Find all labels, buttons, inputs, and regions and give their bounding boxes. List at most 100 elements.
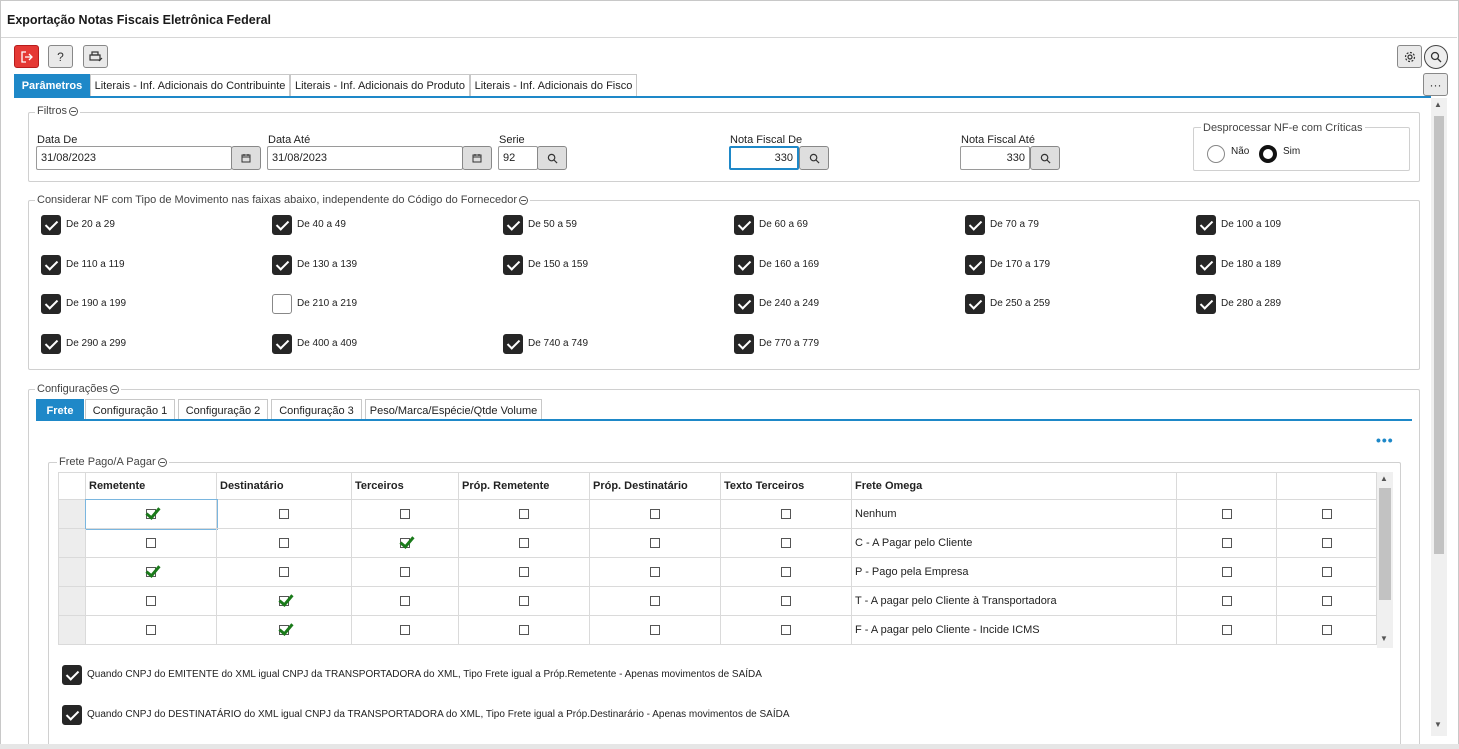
grid-checkbox-cell[interactable] xyxy=(459,616,590,645)
search-button[interactable] xyxy=(1424,45,1448,69)
grid-checkbox-cell[interactable] xyxy=(1177,587,1277,616)
collapse-icon[interactable] xyxy=(157,457,167,467)
grid-checkbox[interactable] xyxy=(650,509,660,519)
grid-checkbox-cell[interactable] xyxy=(721,500,852,529)
tab-configuracao-1[interactable]: Configuração 1 xyxy=(85,399,175,421)
column-header[interactable]: Remetente xyxy=(86,472,217,500)
grid-checkbox[interactable] xyxy=(400,538,410,548)
nf-de-search-button[interactable] xyxy=(799,146,829,170)
grid-checkbox-cell[interactable] xyxy=(1277,529,1377,558)
grid-checkbox[interactable] xyxy=(146,538,156,548)
grid-checkbox[interactable] xyxy=(1221,567,1232,577)
grid-checkbox-cell[interactable] xyxy=(352,529,459,558)
grid-checkbox-cell[interactable] xyxy=(1177,529,1277,558)
grid-checkbox[interactable] xyxy=(400,509,410,519)
grid-checkbox[interactable] xyxy=(146,596,156,606)
serie-search-button[interactable] xyxy=(537,146,567,170)
grid-checkbox-cell[interactable] xyxy=(217,616,352,645)
serie-input[interactable]: 92 xyxy=(498,146,538,170)
movimento-checkbox[interactable] xyxy=(503,255,523,275)
grid-checkbox-cell[interactable] xyxy=(721,529,852,558)
movimento-checkbox[interactable] xyxy=(734,334,754,354)
grid-checkbox[interactable] xyxy=(781,509,791,519)
movimento-checkbox[interactable] xyxy=(272,215,292,235)
grid-checkbox-cell[interactable] xyxy=(352,587,459,616)
nf-de-input[interactable]: 330 xyxy=(729,146,799,170)
tab-parametros[interactable]: Parâmetros xyxy=(14,74,90,96)
grid-checkbox[interactable] xyxy=(519,538,529,548)
settings-button[interactable] xyxy=(1397,45,1422,68)
tab-peso-marca[interactable]: Peso/Marca/Espécie/Qtde Volume xyxy=(365,399,542,421)
column-header[interactable]: Próp. Destinatário xyxy=(590,472,721,500)
grid-checkbox-cell[interactable] xyxy=(217,558,352,587)
grid-checkbox[interactable] xyxy=(1221,596,1232,606)
tab-literais-fisco[interactable]: Literais - Inf. Adicionais do Fisco xyxy=(470,74,637,96)
grid-scrollbar[interactable]: ▲ ▼ xyxy=(1377,472,1393,648)
column-header[interactable] xyxy=(1277,472,1377,500)
row-selector[interactable] xyxy=(58,616,86,645)
option-destinatario-checkbox[interactable] xyxy=(62,705,82,725)
grid-checkbox-cell[interactable] xyxy=(86,587,217,616)
exit-button[interactable] xyxy=(14,45,39,68)
option-emitente-checkbox[interactable] xyxy=(62,665,82,685)
grid-checkbox-cell[interactable] xyxy=(1177,500,1277,529)
movimento-checkbox[interactable] xyxy=(272,255,292,275)
nf-ate-search-button[interactable] xyxy=(1030,146,1060,170)
tab-configuracao-3[interactable]: Configuração 3 xyxy=(271,399,362,421)
grid-checkbox-cell[interactable] xyxy=(1177,558,1277,587)
column-header[interactable] xyxy=(1177,472,1277,500)
grid-checkbox-cell[interactable] xyxy=(86,558,217,587)
grid-checkbox[interactable] xyxy=(146,625,156,635)
movimento-checkbox[interactable] xyxy=(1196,215,1216,235)
tab-literais-contribuinte[interactable]: Literais - Inf. Adicionais do Contribuin… xyxy=(90,74,290,96)
collapse-icon[interactable] xyxy=(519,195,528,205)
movimento-checkbox[interactable] xyxy=(41,294,61,314)
movimento-checkbox[interactable] xyxy=(1196,255,1216,275)
grid-checkbox[interactable] xyxy=(650,538,660,548)
grid-checkbox[interactable] xyxy=(1321,567,1332,577)
data-de-input[interactable]: 31/08/2023 xyxy=(36,146,232,170)
movimento-checkbox[interactable] xyxy=(41,334,61,354)
scroll-up-icon[interactable]: ▲ xyxy=(1380,474,1388,483)
grid-checkbox-cell[interactable] xyxy=(85,499,218,530)
grid-checkbox[interactable] xyxy=(1221,538,1232,548)
grid-checkbox[interactable] xyxy=(1321,625,1332,635)
grid-checkbox-cell[interactable] xyxy=(1277,587,1377,616)
print-button[interactable] xyxy=(83,45,108,68)
column-header[interactable]: Terceiros xyxy=(352,472,459,500)
grid-checkbox[interactable] xyxy=(400,567,410,577)
grid-checkbox-cell[interactable] xyxy=(459,558,590,587)
grid-checkbox[interactable] xyxy=(781,567,791,577)
grid-checkbox-cell[interactable] xyxy=(590,587,721,616)
grid-checkbox-cell[interactable] xyxy=(590,500,721,529)
grid-checkbox[interactable] xyxy=(146,509,156,519)
row-selector[interactable] xyxy=(58,558,86,587)
movimento-checkbox[interactable] xyxy=(734,215,754,235)
grid-checkbox[interactable] xyxy=(1321,538,1332,548)
more-dots-button[interactable]: ••• xyxy=(1376,432,1394,448)
grid-checkbox[interactable] xyxy=(1321,509,1332,519)
column-header[interactable]: Próp. Remetente xyxy=(459,472,590,500)
grid-checkbox-cell[interactable] xyxy=(217,500,352,529)
data-ate-input[interactable]: 31/08/2023 xyxy=(267,146,463,170)
collapse-icon[interactable] xyxy=(68,106,78,116)
row-selector[interactable] xyxy=(58,500,86,529)
scroll-down-icon[interactable]: ▼ xyxy=(1380,634,1388,643)
grid-checkbox-cell[interactable] xyxy=(1277,558,1377,587)
grid-checkbox[interactable] xyxy=(519,625,529,635)
grid-checkbox-cell[interactable] xyxy=(721,558,852,587)
movimento-checkbox[interactable] xyxy=(965,255,985,275)
grid-checkbox-cell[interactable] xyxy=(1277,500,1377,529)
grid-checkbox-cell[interactable] xyxy=(352,616,459,645)
row-selector[interactable] xyxy=(58,529,86,558)
grid-checkbox[interactable] xyxy=(781,538,791,548)
main-scrollbar[interactable]: ▲ ▼ xyxy=(1431,98,1447,736)
grid-checkbox[interactable] xyxy=(400,596,410,606)
data-ate-calendar-button[interactable] xyxy=(462,146,492,170)
grid-checkbox-cell[interactable] xyxy=(352,500,459,529)
tab-configuracao-2[interactable]: Configuração 2 xyxy=(178,399,268,421)
grid-checkbox-cell[interactable] xyxy=(1277,616,1377,645)
movimento-checkbox[interactable] xyxy=(503,215,523,235)
data-de-calendar-button[interactable] xyxy=(231,146,261,170)
grid-checkbox[interactable] xyxy=(650,567,660,577)
